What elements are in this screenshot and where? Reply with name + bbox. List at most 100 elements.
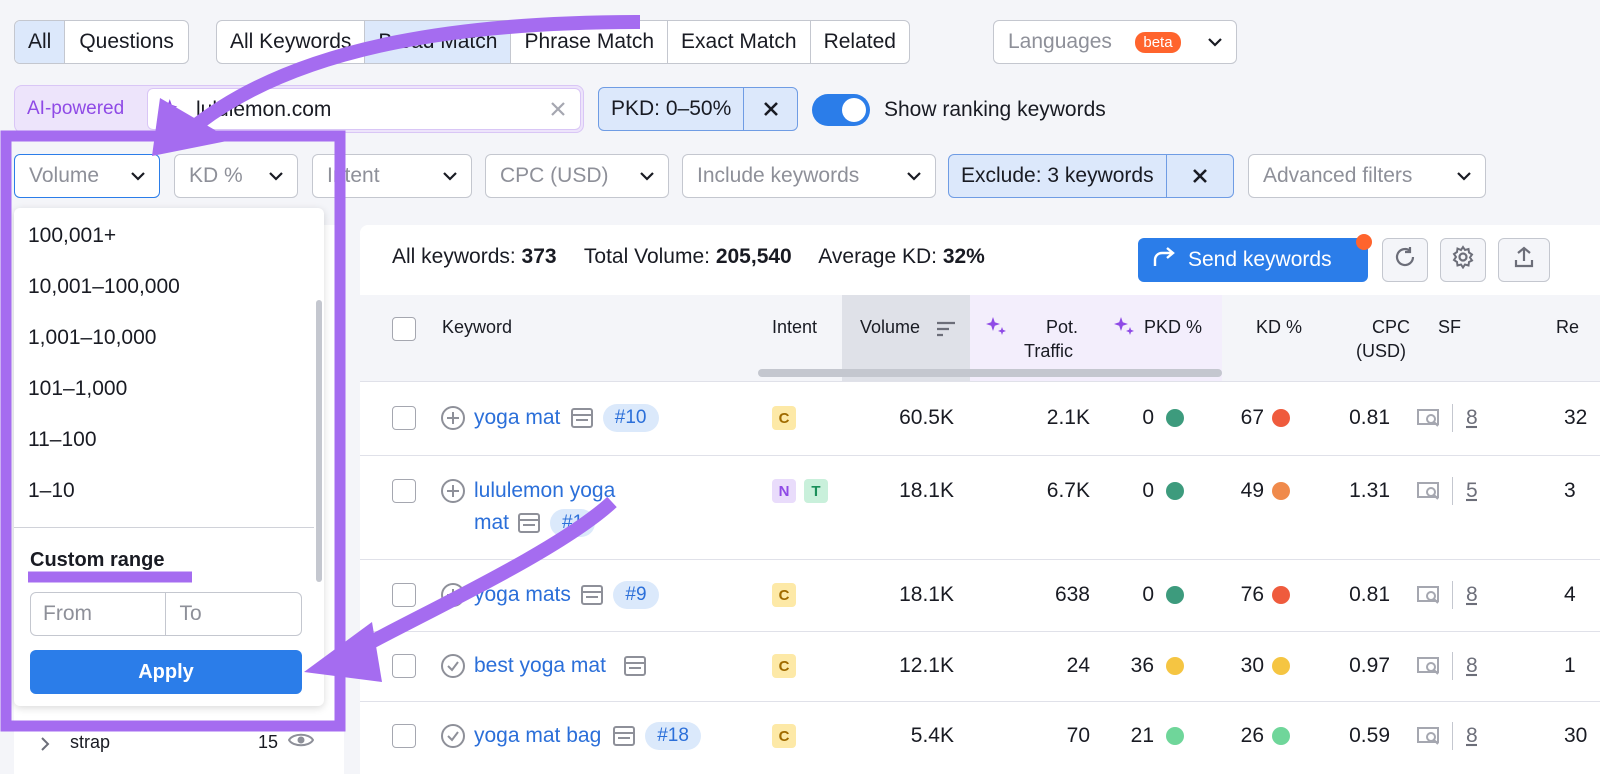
volume-option[interactable]: 1,001–10,000 [28, 326, 156, 350]
sparkle-icon [984, 315, 1008, 345]
col-pot-traffic-line1[interactable]: Pot. [1046, 317, 1078, 338]
remove-exclude-filter-icon[interactable] [1167, 155, 1233, 197]
col-re[interactable]: Re [1556, 317, 1579, 338]
exclude-label[interactable]: Exclude: 3 keywords [949, 155, 1167, 197]
horizontal-scrollbar[interactable] [758, 369, 1222, 377]
tab-questions[interactable]: Questions [65, 21, 188, 63]
kd-indicator [1272, 657, 1290, 675]
sf-count[interactable]: 8 [1466, 654, 1478, 678]
serp-icon[interactable] [581, 585, 604, 611]
serp-icon[interactable] [518, 513, 540, 539]
check-circle-icon[interactable] [440, 653, 466, 685]
col-cpc-line2[interactable]: (USD) [1356, 341, 1406, 362]
col-pkd[interactable]: PKD % [1144, 317, 1202, 338]
keyword-link[interactable]: yoga mats [474, 583, 571, 607]
from-input[interactable]: From [31, 593, 166, 635]
col-sf[interactable]: SF [1438, 317, 1461, 338]
intent-dropdown[interactable]: Intent [312, 154, 472, 198]
tab-broad-match[interactable]: Broad Match [365, 21, 512, 63]
serp-icon[interactable] [570, 408, 593, 434]
re-value: 32 [1564, 406, 1588, 429]
tab-exact-match[interactable]: Exact Match [668, 21, 811, 63]
volume-option[interactable]: 1–10 [28, 479, 75, 503]
sf-count[interactable]: 8 [1466, 406, 1478, 430]
serp-features-icon[interactable] [1416, 656, 1442, 682]
tab-related[interactable]: Related [811, 21, 909, 63]
row-checkbox[interactable] [392, 583, 416, 607]
notification-dot [1356, 234, 1372, 250]
include-keywords-dropdown[interactable]: Include keywords [682, 154, 936, 198]
pkd-filter-label[interactable]: PKD: 0–50% [599, 88, 745, 130]
col-volume[interactable]: Volume [860, 317, 920, 338]
cpc-value: 0.59 [1349, 724, 1390, 747]
eye-icon[interactable] [287, 730, 315, 756]
volume-dropdown[interactable]: Volume [14, 154, 160, 198]
intent-badge: C [772, 724, 796, 748]
search-input[interactable]: lululemon.com [147, 88, 581, 130]
volume-label: Volume [29, 164, 100, 187]
chevron-down-icon [907, 171, 921, 181]
col-kd[interactable]: KD % [1256, 317, 1302, 338]
row-checkbox[interactable] [392, 479, 416, 503]
serp-icon[interactable] [613, 726, 636, 752]
sf-count[interactable]: 8 [1466, 583, 1478, 607]
keyword-link[interactable]: best yoga mat [474, 654, 606, 678]
select-all-checkbox[interactable] [392, 317, 416, 341]
re-value: 30 [1564, 724, 1588, 747]
total-volume-label: Total Volume: [583, 245, 710, 268]
volume-option[interactable]: 10,001–100,000 [28, 275, 180, 299]
sidebar-row-strap[interactable]: strap 15 [14, 728, 344, 764]
keyword-link-line2[interactable]: mat [474, 511, 509, 535]
keyword-link[interactable]: lululemon yoga [474, 479, 615, 503]
volume-option[interactable]: 11–100 [28, 428, 97, 452]
clear-icon[interactable] [548, 99, 568, 125]
languages-label: Languages [1008, 30, 1112, 53]
kd-value: 49 [1240, 479, 1264, 502]
serp-features-icon[interactable] [1416, 585, 1442, 611]
check-circle-icon[interactable] [440, 723, 466, 755]
col-intent[interactable]: Intent [772, 317, 817, 338]
add-circle-icon[interactable] [440, 405, 466, 437]
add-circle-icon[interactable] [440, 478, 466, 510]
pot-traffic-value: 6.7K [1046, 479, 1090, 502]
serp-features-icon[interactable] [1416, 726, 1442, 752]
apply-button[interactable]: Apply [30, 650, 302, 694]
chevron-down-icon [131, 171, 145, 181]
volume-option[interactable]: 101–1,000 [28, 377, 127, 401]
tab-all-keywords[interactable]: All Keywords [217, 21, 366, 63]
menu-scrollbar[interactable] [316, 300, 322, 582]
ranking-toggle[interactable] [812, 94, 870, 126]
sort-icon[interactable] [936, 319, 956, 343]
re-value: 1 [1564, 654, 1576, 677]
send-keywords-button[interactable]: Send keywords [1138, 234, 1372, 282]
col-cpc-line1[interactable]: CPC [1372, 317, 1410, 338]
sidebar-row-count: 15 [258, 732, 279, 752]
export-button[interactable] [1498, 238, 1550, 282]
row-checkbox[interactable] [392, 406, 416, 430]
cpc-dropdown[interactable]: CPC (USD) [485, 154, 669, 198]
keyword-link[interactable]: yoga mat [474, 406, 560, 430]
tab-all[interactable]: All [15, 21, 66, 63]
col-keyword[interactable]: Keyword [442, 317, 512, 338]
volume-value: 5.4K [910, 724, 954, 747]
languages-dropdown[interactable]: Languages beta [993, 20, 1237, 64]
advanced-filters-dropdown[interactable]: Advanced filters [1248, 154, 1486, 198]
refresh-button[interactable] [1382, 238, 1428, 282]
cpc-value: 0.97 [1349, 654, 1390, 677]
col-pot-traffic-line2[interactable]: Traffic [1024, 341, 1073, 362]
serp-icon[interactable] [623, 656, 646, 682]
volume-option[interactable]: 100,001+ [28, 224, 116, 248]
add-circle-icon[interactable] [440, 582, 466, 614]
serp-features-icon[interactable] [1416, 481, 1442, 507]
to-input[interactable]: To [166, 593, 302, 635]
serp-features-icon[interactable] [1416, 408, 1442, 434]
row-checkbox[interactable] [392, 724, 416, 748]
settings-button[interactable] [1440, 238, 1486, 282]
remove-pkd-filter-icon[interactable] [744, 88, 797, 130]
sf-count[interactable]: 8 [1466, 724, 1478, 748]
keyword-link[interactable]: yoga mat bag [474, 724, 601, 748]
kd-dropdown[interactable]: KD % [174, 154, 298, 198]
sf-count[interactable]: 5 [1466, 479, 1478, 503]
row-checkbox[interactable] [392, 654, 416, 678]
tab-phrase-match[interactable]: Phrase Match [511, 21, 669, 63]
